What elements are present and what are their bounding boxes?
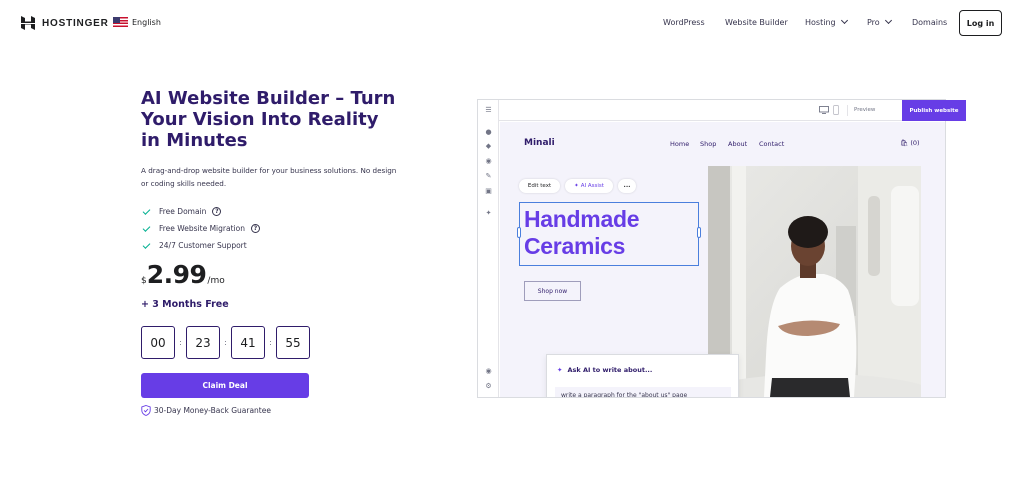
chevron-down-icon [840,16,848,25]
ai-prompt-input[interactable]: write a paragraph for the "about us" pag… [555,387,731,397]
builder-mockup: ☰ ● ◆ ◉ ✎ ▣ ✦ ◉ ⚙ Preview Publish websit… [477,99,966,398]
ai-prompt-title: Ask AI to write about... [567,366,653,374]
preview-button[interactable]: Preview [854,107,875,113]
shop-now-button[interactable]: Shop now [524,281,581,301]
edit-text-button[interactable]: Edit text [519,179,560,193]
sparkle-icon: ✦ [557,366,563,374]
headline-line-2: Ceramics [524,233,626,259]
settings-icon[interactable]: ⚙ [484,382,493,390]
check-icon [142,206,151,215]
timer-seconds: 55 [276,326,310,359]
menu-icon[interactable]: ☰ [484,106,493,114]
ai-assist-label: AI Assist [580,183,604,189]
more-options-button[interactable]: ••• [618,179,636,193]
help-icon[interactable]: ? [250,224,260,233]
site-canvas: Minali Home Shop About Contact 🛍 (0) Edi… [500,122,945,397]
site-cart[interactable]: 🛍 (0) [900,139,920,147]
chevron-down-icon [884,16,892,25]
palette-icon[interactable]: ◉ [484,157,493,165]
builder-sidebar: ☰ ● ◆ ◉ ✎ ▣ ✦ ◉ ⚙ [478,100,499,397]
desktop-view-icon[interactable] [819,106,829,114]
price-value: 2.99 [146,260,207,289]
feature-item: Free Domain ? [141,203,260,220]
timer-minutes: 41 [231,326,265,359]
price-period: /mo [207,276,225,286]
nav-link-pro-label: Pro [867,18,880,27]
ai-prompt-card: ✦ Ask AI to write about... write a parag… [546,354,739,397]
resize-handle-right[interactable] [697,227,701,238]
site-nav-home[interactable]: Home [670,140,689,148]
site-headline[interactable]: Handmade Ceramics [524,206,639,260]
check-icon [142,223,151,232]
nav-link-domains[interactable]: Domains [912,18,947,27]
nav-link-website-builder[interactable]: Website Builder [725,18,788,27]
sparkle-icon: ✦ [574,183,579,189]
headline-line-1: Handmade [524,206,640,232]
timer-hours: 23 [186,326,220,359]
nav-link-pro[interactable]: Pro [867,16,892,27]
site-nav-contact[interactable]: Contact [759,140,784,148]
nav-link-wordpress[interactable]: WordPress [663,18,705,27]
shield-check-icon [141,405,151,416]
nav-link-hosting-label: Hosting [805,18,836,27]
us-flag-icon [113,17,128,27]
resize-handle-left[interactable] [517,227,521,238]
money-back-guarantee: 30-Day Money-Back Guarantee [141,405,271,416]
edit-icon[interactable]: ✎ [484,172,493,180]
feature-item: Free Website Migration ? [141,220,260,237]
site-nav-about[interactable]: About [728,140,747,148]
site-nav-shop[interactable]: Shop [700,140,716,148]
bonus-offer: + 3 Months Free [141,299,229,310]
language-label: English [132,17,161,27]
feature-item: 24/7 Customer Support [141,237,260,254]
add-icon[interactable]: ● [484,128,493,136]
login-button[interactable]: Log in [959,10,1002,36]
nav-link-hosting[interactable]: Hosting [805,16,848,27]
feature-label: Free Domain [159,207,207,216]
layers-icon[interactable]: ◆ [484,142,493,150]
guarantee-label: 30-Day Money-Back Guarantee [154,406,271,415]
price: $ 2.99 /mo [141,260,225,289]
help-icon[interactable]: ◉ [484,367,493,375]
ai-sparkle-icon[interactable]: ✦ [484,209,493,217]
brand-name: HOSTINGER [42,17,109,29]
help-icon[interactable]: ? [212,207,222,216]
mobile-view-icon[interactable] [833,105,839,115]
top-navigation: HOSTINGER English WordPress Website Buil… [0,0,1024,46]
language-selector[interactable]: English [113,17,161,27]
hero-description: A drag-and-drop website builder for your… [141,166,397,188]
hero-photo-image [708,166,921,397]
shopping-bag-icon: 🛍 [900,139,909,147]
ai-prompt-header: ✦ Ask AI to write about... [557,366,652,374]
hostinger-logo-icon [21,16,35,30]
countdown-timer: 00 : 23 : 41 : 55 [141,326,310,359]
hostinger-logo[interactable]: HOSTINGER [21,16,109,30]
timer-days: 00 [141,326,175,359]
ai-assist-button[interactable]: ✦ AI Assist [565,179,613,193]
store-icon[interactable]: ▣ [484,187,493,195]
claim-deal-button[interactable]: Claim Deal [141,373,309,398]
hero-title: AI Website Builder – Turn Your Vision In… [141,88,396,151]
publish-website-button[interactable]: Publish website [902,100,966,121]
feature-label: 24/7 Customer Support [159,241,247,250]
feature-list: Free Domain ? Free Website Migration ? 2… [141,203,260,254]
site-logo[interactable]: Minali [524,138,555,148]
cart-count: (0) [910,139,920,147]
hero-photo [708,166,921,397]
builder-topbar: Preview Publish website [499,100,966,121]
check-icon [142,240,151,249]
feature-label: Free Website Migration [159,224,245,233]
